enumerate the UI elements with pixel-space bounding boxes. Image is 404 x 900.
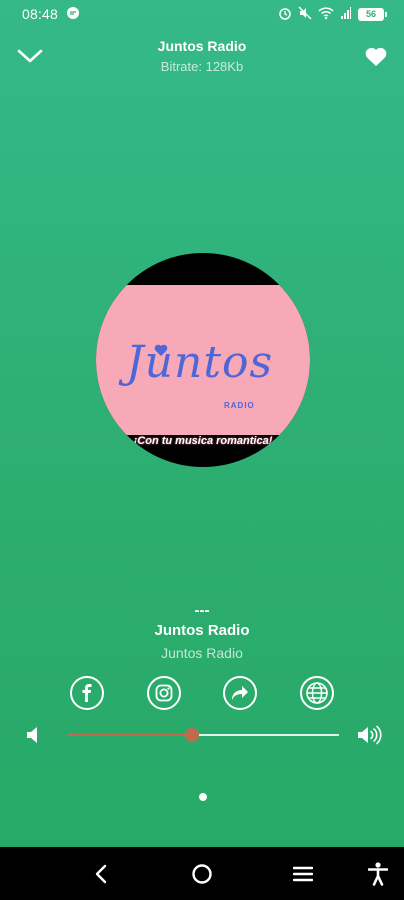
website-globe-icon xyxy=(306,682,328,704)
artwork-tagline: ¡Con tu musica romantica! xyxy=(133,435,273,447)
volume-slider-thumb[interactable] xyxy=(185,728,200,742)
social-row xyxy=(0,676,404,712)
chat-bubble-icon xyxy=(66,6,80,23)
volume-slider-fill xyxy=(67,734,193,736)
volume-low-icon[interactable] xyxy=(24,724,50,746)
header-title: Juntos Radio xyxy=(157,38,247,54)
system-nav-bar xyxy=(0,847,404,900)
nav-back-button[interactable] xyxy=(87,860,115,888)
station-artwork: Juntos RADIO ¡Con tu musica romantica! xyxy=(96,253,310,467)
chevron-down-icon xyxy=(17,49,43,63)
facebook-button[interactable] xyxy=(70,676,104,710)
alarm-icon xyxy=(278,6,292,23)
signal-icon xyxy=(340,6,352,23)
now-playing-text: --- xyxy=(194,602,210,619)
battery-level: 56 xyxy=(365,9,376,19)
station-name: Juntos Radio xyxy=(154,622,250,639)
logo-text: Juntos xyxy=(126,337,274,388)
track-info: --- Juntos Radio Juntos Radio xyxy=(0,602,404,661)
status-left: 08:48 xyxy=(22,6,80,23)
player-header: Juntos Radio Bitrate: 128Kb xyxy=(0,30,404,86)
nav-recents-button[interactable] xyxy=(289,860,317,888)
volume-control xyxy=(0,720,404,750)
back-icon xyxy=(95,864,107,884)
volume-high-icon[interactable] xyxy=(356,724,382,746)
favorite-button[interactable] xyxy=(360,42,392,70)
nav-home-button[interactable] xyxy=(188,860,216,888)
collapse-button[interactable] xyxy=(14,42,46,70)
header-bitrate: Bitrate: 128Kb xyxy=(160,59,244,74)
volume-slider[interactable] xyxy=(67,728,339,742)
share-icon xyxy=(232,686,248,700)
battery-icon: 56 xyxy=(358,7,387,21)
instagram-button[interactable] xyxy=(147,676,181,710)
share-button[interactable] xyxy=(223,676,257,710)
facebook-icon xyxy=(82,684,92,702)
recents-icon xyxy=(293,866,313,882)
heart-icon xyxy=(365,47,387,66)
status-right: 56 xyxy=(278,6,387,23)
instagram-icon xyxy=(155,684,173,702)
accessibility-icon xyxy=(368,862,388,886)
nav-accessibility-button[interactable] xyxy=(364,860,392,888)
header-titles: Juntos Radio Bitrate: 128Kb xyxy=(80,38,324,74)
station-subtitle: Juntos Radio xyxy=(161,645,243,661)
status-bar: 08:48 56 xyxy=(0,0,404,28)
page-indicator-dot xyxy=(199,793,207,801)
logo-subtext: RADIO xyxy=(224,401,255,410)
home-icon xyxy=(192,864,212,884)
artwork-logo-panel: Juntos RADIO ¡Con tu musica romantica! xyxy=(96,285,310,447)
mute-icon xyxy=(298,6,312,23)
wifi-icon xyxy=(318,6,334,23)
website-button[interactable] xyxy=(300,676,334,710)
status-time: 08:48 xyxy=(22,6,59,22)
